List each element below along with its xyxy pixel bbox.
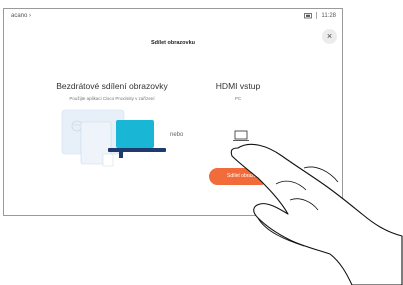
status-divider	[316, 12, 318, 19]
dialog-title: Sdílet obrazovku	[150, 40, 195, 46]
status-bar: acano › 11:28	[4, 9, 342, 23]
or-separator: nebo	[170, 132, 184, 138]
close-icon: ×	[326, 31, 333, 41]
close-button[interactable]: ×	[322, 29, 337, 44]
chevron-right-icon: ›	[29, 13, 32, 19]
hdmi-input-subtitle: PC	[234, 96, 242, 101]
share-screen-button[interactable]: Sdílet obrazovku	[209, 168, 269, 185]
laptop-icon[interactable]	[232, 129, 250, 143]
screen-share-icon	[304, 12, 313, 18]
device-name-area[interactable]: acano ›	[11, 13, 31, 19]
clock: 11:28	[321, 12, 336, 19]
wireless-share-title: Bezdrátové sdílení obrazovky	[56, 81, 168, 91]
share-screen-button-label: Sdílet obrazovku	[227, 173, 265, 179]
device-name: acano	[11, 13, 28, 19]
wireless-share-subtitle: Použijte aplikaci Cisco Proximity v zaří…	[69, 96, 155, 101]
wireless-share-illustration-icon	[61, 109, 166, 167]
status-right: 11:28	[304, 12, 336, 19]
device-screen: acano › 11:28 Sdílet obrazovku × Bezdrát…	[3, 8, 343, 216]
stage: acano › 11:28 Sdílet obrazovku × Bezdrát…	[0, 0, 403, 285]
hdmi-input-title: HDMI vstup	[215, 81, 261, 91]
